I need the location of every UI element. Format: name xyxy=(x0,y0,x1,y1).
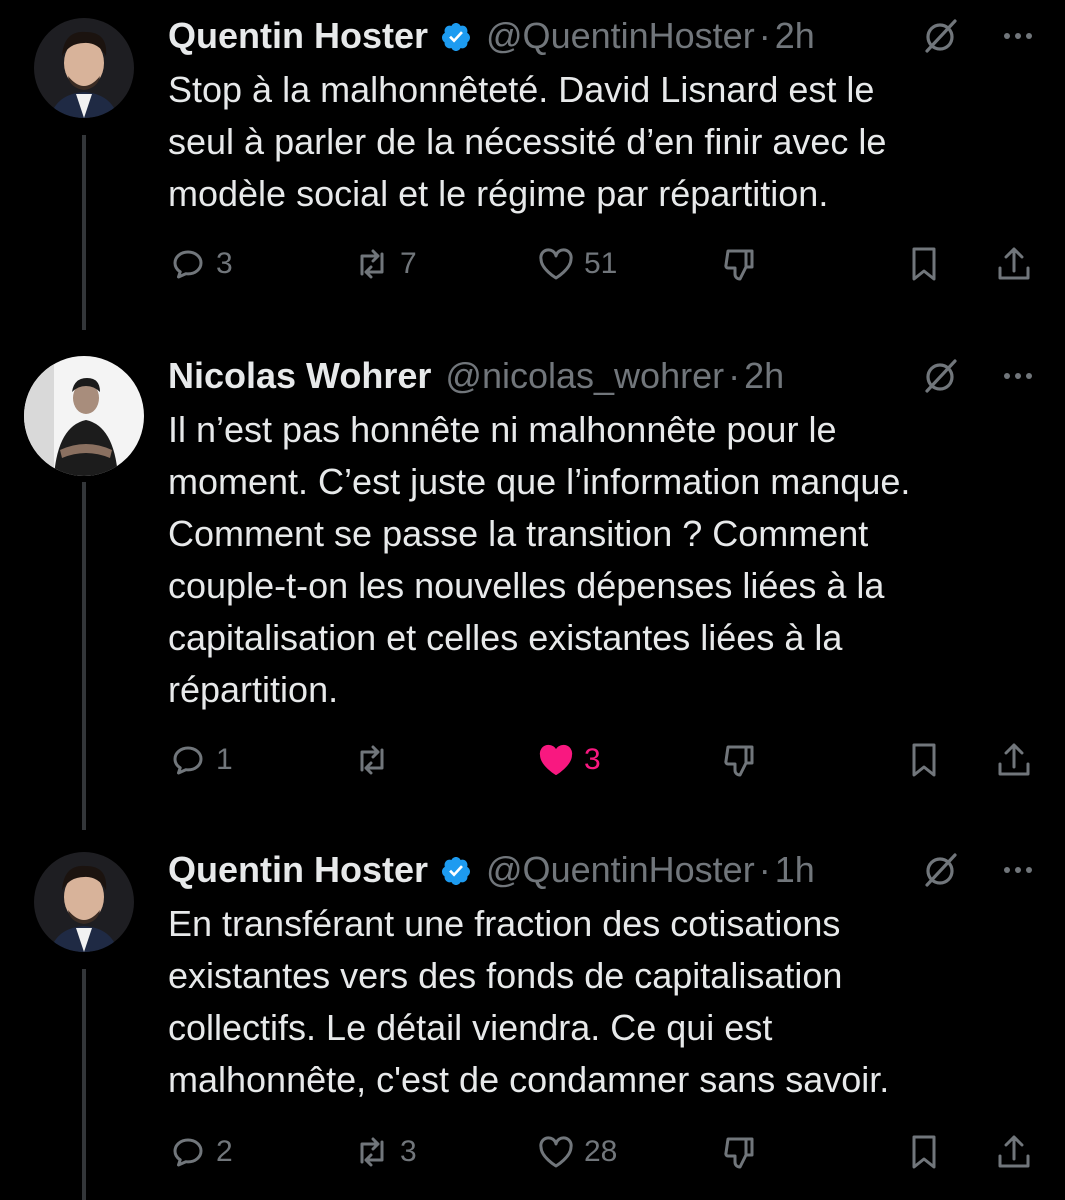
reply-thread: Quentin Hoster @QuentinHoster · 2h Stop … xyxy=(0,0,1065,1200)
reply-button[interactable]: 3 xyxy=(168,242,233,286)
heart-filled-icon xyxy=(539,744,573,775)
downvote-button[interactable] xyxy=(720,738,760,782)
author-handle[interactable]: @QuentinHoster xyxy=(486,15,755,57)
bookmark-button[interactable] xyxy=(904,1130,944,1174)
bookmark-icon xyxy=(912,247,936,281)
share-icon xyxy=(998,743,1030,776)
reply-icon xyxy=(173,1138,203,1167)
author-name[interactable]: Quentin Hoster xyxy=(168,849,428,891)
downvote-icon xyxy=(724,249,754,281)
timestamp[interactable]: 2h xyxy=(744,355,784,397)
tweet[interactable]: Nicolas Wohrer @nicolas_wohrer · 2h Il n… xyxy=(0,340,1065,830)
like-button[interactable]: 3 xyxy=(536,738,601,782)
verified-badge-icon xyxy=(440,854,472,886)
reply-icon xyxy=(173,746,203,775)
downvote-button[interactable] xyxy=(720,242,760,286)
timestamp[interactable]: 2h xyxy=(775,15,815,57)
share-button[interactable] xyxy=(994,1130,1034,1174)
thread-line xyxy=(82,135,86,330)
author-name[interactable]: Nicolas Wohrer xyxy=(168,355,431,397)
tweet-header: Quentin Hoster @QuentinHoster · 1h xyxy=(168,848,1035,892)
bookmark-icon xyxy=(912,1135,936,1169)
share-button[interactable] xyxy=(994,738,1034,782)
separator: · xyxy=(728,355,741,396)
retweet-icon xyxy=(360,1137,384,1167)
tweet[interactable]: Quentin Hoster @QuentinHoster · 1h En tr… xyxy=(0,834,1065,1200)
retweet-button[interactable]: 7 xyxy=(352,242,417,286)
retweet-button[interactable]: 3 xyxy=(352,1130,417,1174)
grok-icon[interactable] xyxy=(921,16,961,56)
like-button[interactable]: 28 xyxy=(536,1130,617,1174)
retweet-count: 3 xyxy=(400,1135,417,1168)
retweet-icon xyxy=(360,745,384,775)
bookmark-button[interactable] xyxy=(904,738,944,782)
tweet-header: Nicolas Wohrer @nicolas_wohrer · 2h xyxy=(168,354,1035,398)
author-handle[interactable]: @QuentinHoster xyxy=(486,849,755,891)
reply-button[interactable]: 1 xyxy=(168,738,233,782)
reply-button[interactable]: 2 xyxy=(168,1130,233,1174)
avatar[interactable] xyxy=(34,18,134,118)
timestamp[interactable]: 1h xyxy=(775,849,815,891)
share-icon xyxy=(998,1135,1030,1168)
retweet-icon xyxy=(360,249,384,279)
tweet-text: Il n’est pas honnête ni malhonnête pour … xyxy=(168,409,911,710)
share-button[interactable] xyxy=(994,242,1034,286)
retweet-button[interactable] xyxy=(352,738,400,782)
share-icon xyxy=(998,247,1030,280)
bookmark-icon xyxy=(912,743,936,777)
tweet-text: En transférant une fraction des cotisati… xyxy=(168,903,890,1100)
tweet-actions: 3 7 51 xyxy=(168,242,1037,286)
separator: · xyxy=(758,849,771,890)
like-count: 3 xyxy=(584,743,601,776)
grok-icon[interactable] xyxy=(921,850,961,890)
thread-line xyxy=(82,969,86,1200)
bookmark-button[interactable] xyxy=(904,242,944,286)
author-handle[interactable]: @nicolas_wohrer xyxy=(445,355,724,397)
thread-line xyxy=(82,482,86,830)
downvote-icon xyxy=(724,745,754,777)
retweet-count: 7 xyxy=(400,247,417,280)
like-button[interactable]: 51 xyxy=(536,242,617,286)
tweet-text: Stop à la malhonnêteté. David Lisnard es… xyxy=(168,69,887,214)
like-count: 51 xyxy=(584,247,618,280)
separator: · xyxy=(758,15,771,56)
like-count: 28 xyxy=(584,1135,618,1168)
author-name[interactable]: Quentin Hoster xyxy=(168,15,428,57)
heart-icon xyxy=(539,248,573,280)
reply-count: 3 xyxy=(216,247,233,280)
heart-icon xyxy=(539,1136,573,1168)
downvote-button[interactable] xyxy=(720,1130,760,1174)
reply-count: 2 xyxy=(216,1135,233,1168)
reply-count: 1 xyxy=(216,743,233,776)
tweet-header: Quentin Hoster @QuentinHoster · 2h xyxy=(168,14,1035,58)
reply-icon xyxy=(173,250,203,279)
avatar[interactable] xyxy=(24,356,144,476)
avatar[interactable] xyxy=(34,852,134,952)
more-options-icon[interactable] xyxy=(1001,853,1035,887)
more-options-icon[interactable] xyxy=(1001,359,1035,393)
tweet-actions: 2 3 28 xyxy=(168,1130,1037,1174)
tweet[interactable]: Quentin Hoster @QuentinHoster · 2h Stop … xyxy=(0,0,1065,330)
tweet-actions: 1 3 xyxy=(168,738,1037,782)
more-options-icon[interactable] xyxy=(1001,19,1035,53)
verified-badge-icon xyxy=(440,20,472,52)
downvote-icon xyxy=(724,1137,754,1169)
grok-icon[interactable] xyxy=(921,356,961,396)
